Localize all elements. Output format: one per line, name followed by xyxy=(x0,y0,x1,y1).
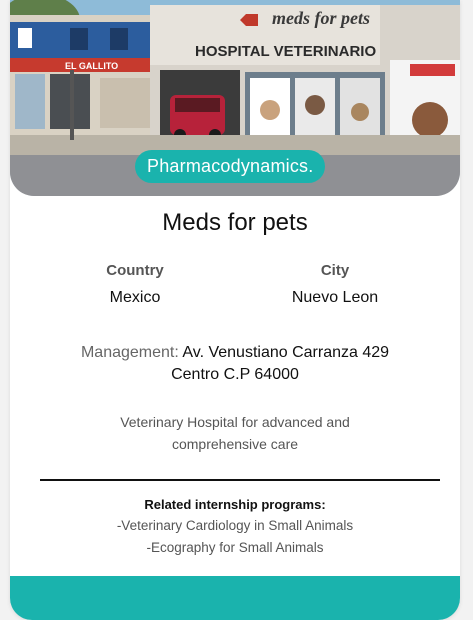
country-block: Country Mexico xyxy=(60,262,210,307)
hospital-photo: EL GALLITO meds for pets HOSPITAL VETERI… xyxy=(10,0,460,196)
city-block: City Nuevo Leon xyxy=(260,262,410,307)
specialty-badge: Pharmacodynamics. xyxy=(135,150,326,183)
management-label: Management: xyxy=(80,344,179,361)
shop-sign: EL GALLITO xyxy=(65,61,118,71)
country-label: Country xyxy=(106,262,164,279)
divider xyxy=(40,479,440,481)
internship-programs: Related internship programs: -Veterinary… xyxy=(10,497,460,559)
sign-hospital: HOSPITAL VETERINARIO xyxy=(195,43,376,60)
management-line-2: Centro C.P 64000 xyxy=(171,366,299,383)
card-footer-bar[interactable] xyxy=(10,576,460,620)
hospital-card: EL GALLITO meds for pets HOSPITAL VETERI… xyxy=(10,0,460,620)
management-line-1: Av. Venustiano Carranza 429 xyxy=(182,344,390,361)
program-item: -Ecography for Small Animals xyxy=(146,540,324,555)
sign-brand: meds for pets xyxy=(272,8,370,28)
city-label: City xyxy=(320,262,350,279)
programs-title: Related internship programs: xyxy=(144,497,326,512)
management-address: Management: Av. Venustiano Carranza 429 … xyxy=(30,342,440,386)
city-value: Nuevo Leon xyxy=(291,289,379,306)
hospital-name: Meds for pets xyxy=(162,209,308,236)
program-item: -Veterinary Cardiology in Small Animals xyxy=(116,518,354,533)
hospital-description: Veterinary Hospital for advanced and com… xyxy=(120,414,350,452)
country-value: Mexico xyxy=(109,289,161,306)
